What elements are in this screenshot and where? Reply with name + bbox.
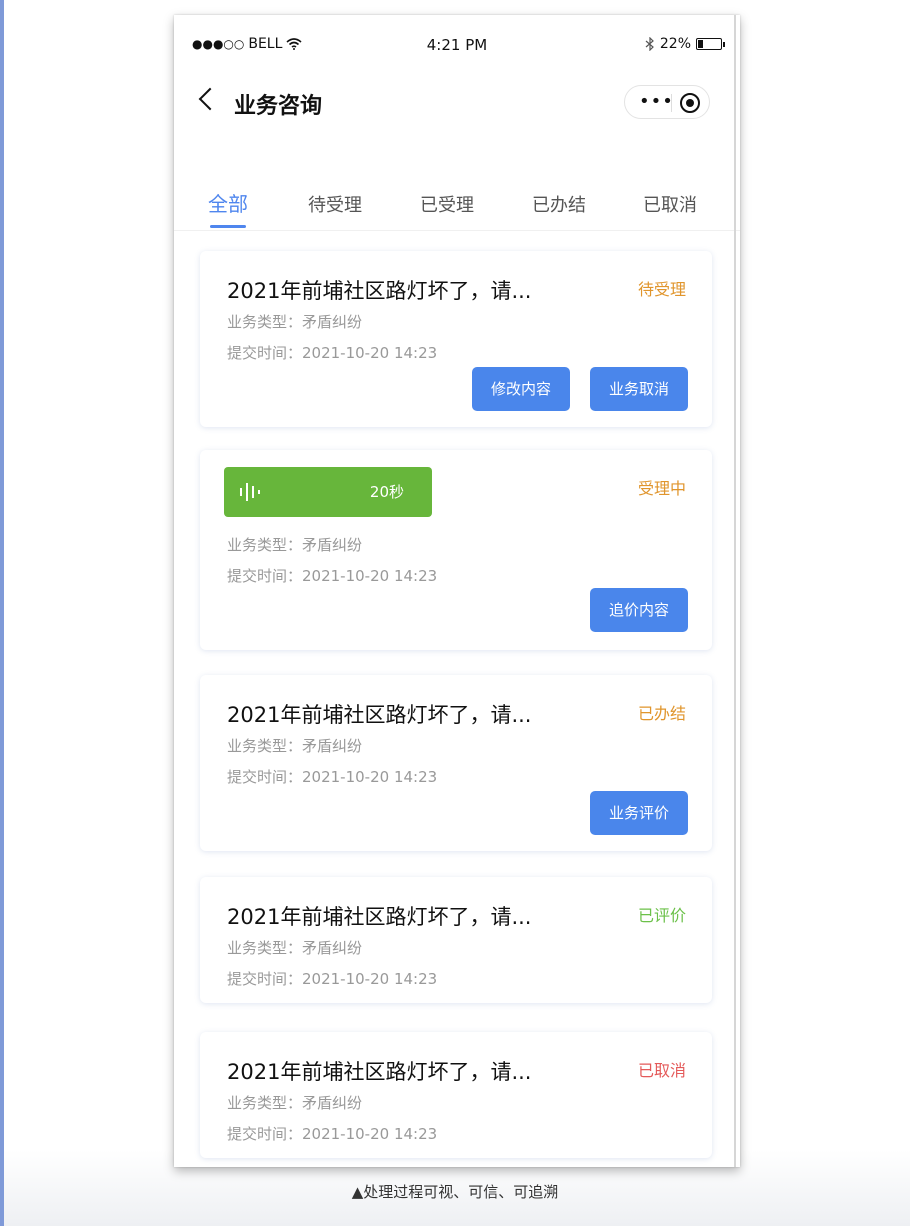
tab-completed[interactable]: 已办结 — [532, 191, 586, 217]
status-tabs: 全部 待受理 已受理 已办结 已取消 — [174, 183, 740, 231]
card-submit-time: 提交时间：2021-10-20 14:23 — [227, 970, 438, 988]
phone-edge — [734, 15, 736, 1167]
card-submit-time: 提交时间：2021-10-20 14:23 — [227, 344, 438, 362]
phone-screen: ●●●○○ BELL 4:21 PM 22% 业务咨询 ••• 全部 待受理 已… — [174, 15, 740, 1167]
rate-business-button[interactable]: 业务评价 — [590, 791, 688, 835]
card-business-type: 业务类型：矛盾纠纷 — [227, 939, 363, 957]
tab-active-indicator — [210, 225, 246, 228]
list-item[interactable]: 2021年前埔社区路灯坏了，请... 已取消 业务类型：矛盾纠纷 提交时间：20… — [200, 1032, 712, 1158]
voice-message[interactable]: 20秒 — [224, 467, 432, 517]
list-item[interactable]: 2021年前埔社区路灯坏了，请... 已办结 业务类型：矛盾纠纷 提交时间：20… — [200, 675, 712, 851]
card-title: 2021年前埔社区路灯坏了，请... — [227, 279, 532, 303]
status-badge: 已取消 — [637, 1061, 686, 1080]
bluetooth-icon — [645, 37, 654, 51]
status-badge: 已办结 — [637, 704, 686, 723]
mini-program-capsule: ••• — [624, 85, 710, 119]
tab-all[interactable]: 全部 — [208, 188, 248, 217]
page-title: 业务咨询 — [234, 94, 323, 119]
chevron-left-icon[interactable] — [198, 87, 222, 111]
card-business-type: 业务类型：矛盾纠纷 — [227, 313, 363, 331]
nav-bar: 业务咨询 ••• — [174, 81, 740, 125]
target-icon[interactable] — [680, 93, 700, 113]
battery-percent: 22% — [659, 36, 691, 52]
voice-duration: 20秒 — [369, 483, 404, 501]
card-title: 2021年前埔社区路灯坏了，请... — [227, 703, 532, 727]
card-submit-time: 提交时间：2021-10-20 14:23 — [227, 1125, 438, 1143]
status-badge: 待受理 — [637, 280, 686, 299]
card-title: 2021年前埔社区路灯坏了，请... — [227, 905, 532, 929]
figure-caption: ▲处理过程可视、可信、可追溯 — [351, 1183, 559, 1201]
status-bar-right: 22% — [645, 36, 725, 52]
card-business-type: 业务类型：矛盾纠纷 — [227, 737, 363, 755]
list-item[interactable]: 2021年前埔社区路灯坏了，请... 待受理 业务类型：矛盾纠纷 提交时间：20… — [200, 251, 712, 427]
card-submit-time: 提交时间：2021-10-20 14:23 — [227, 768, 438, 786]
card-business-type: 业务类型：矛盾纠纷 — [227, 536, 363, 554]
card-business-type: 业务类型：矛盾纠纷 — [227, 1094, 363, 1112]
capsule-divider — [671, 94, 672, 112]
tab-cancelled[interactable]: 已取消 — [643, 191, 697, 217]
battery-icon — [696, 38, 725, 50]
cancel-business-button[interactable]: 业务取消 — [590, 367, 688, 411]
tab-accepted[interactable]: 已受理 — [420, 191, 474, 217]
list-item[interactable]: 2021年前埔社区路灯坏了，请... 已评价 业务类型：矛盾纠纷 提交时间：20… — [200, 877, 712, 1003]
voice-wave-icon — [240, 483, 260, 501]
status-bar: ●●●○○ BELL 4:21 PM 22% — [174, 15, 740, 55]
list-item[interactable]: 20秒 受理中 业务类型：矛盾纠纷 提交时间：2021-10-20 14:23 … — [200, 450, 712, 650]
edit-content-button[interactable]: 修改内容 — [472, 367, 570, 411]
status-badge: 已评价 — [637, 906, 686, 925]
battery-fill — [698, 40, 703, 48]
tab-pending[interactable]: 待受理 — [308, 191, 362, 217]
status-badge: 受理中 — [637, 479, 686, 498]
card-title: 2021年前埔社区路灯坏了，请... — [227, 1060, 532, 1084]
card-submit-time: 提交时间：2021-10-20 14:23 — [227, 567, 438, 585]
follow-up-content-button[interactable]: 追价内容 — [590, 588, 688, 632]
more-icon[interactable]: ••• — [639, 91, 674, 112]
